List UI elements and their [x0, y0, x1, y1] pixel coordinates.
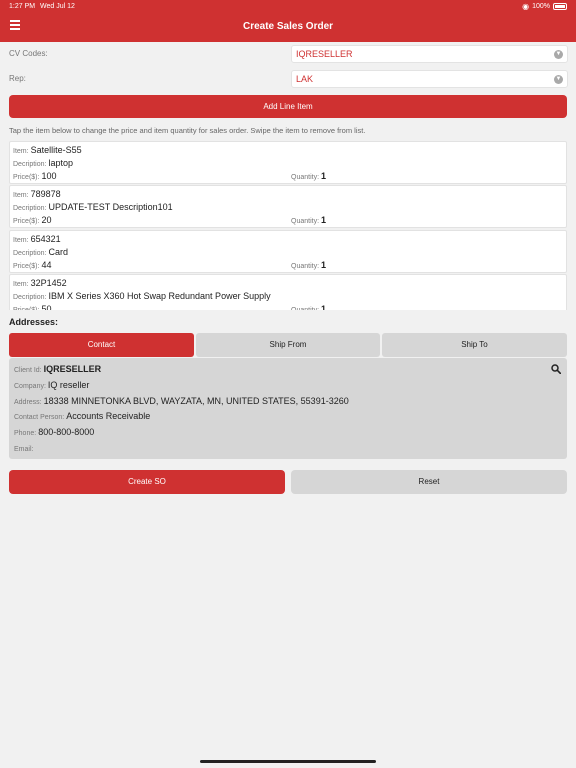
item-description: Card — [48, 247, 68, 257]
client-id-value: IQRESELLER — [43, 364, 102, 374]
company-label: Company: — [14, 383, 46, 390]
description-label: Decription: — [13, 205, 47, 212]
status-date: Wed Jul 12 — [40, 3, 75, 10]
contact-panel: Client Id: IQRESELLER Company: IQ reseller… — [9, 358, 567, 459]
battery-icon — [553, 3, 567, 10]
item-code: Satellite-S55 — [30, 145, 82, 155]
rep-label: Rep: — [9, 74, 26, 83]
price-label: Price($): — [13, 307, 39, 310]
item-price: 20 — [41, 215, 52, 225]
phone-label: Phone: — [14, 430, 37, 437]
instructions-text: Tap the item below to change the price a… — [9, 126, 366, 135]
tab-ship-to[interactable]: Ship To — [382, 333, 567, 357]
tab-ship-from[interactable]: Ship From — [196, 333, 380, 357]
company-value: IQ reseller — [47, 380, 90, 390]
quantity-label: Quantity: — [291, 174, 320, 181]
rep-select[interactable]: LAK ▼ — [291, 70, 568, 88]
navigation-bar: 1:27 PM Wed Jul 12 ◉ 100% Create Sales O… — [0, 0, 576, 42]
page-title: Create Sales Order — [242, 21, 334, 32]
item-price: 50 — [41, 304, 52, 310]
line-item[interactable]: Item: 654321 Decription: Card Price($): 44 … — [9, 230, 567, 273]
search-icon[interactable] — [551, 364, 561, 374]
status-time: 1:27 PM — [9, 3, 36, 10]
item-label: Item: — [13, 281, 29, 288]
item-code: 789878 — [30, 189, 61, 199]
description-label: Decription: — [13, 294, 47, 301]
item-quantity: 1 — [321, 304, 327, 310]
price-label: Price($): — [13, 174, 40, 181]
item-price: 100 — [41, 171, 57, 181]
price-label: Price($): — [13, 263, 40, 270]
phone-value: 800-800-8000 — [38, 427, 95, 437]
rep-value: LAK — [296, 74, 314, 84]
description-label: Decription: — [13, 250, 47, 257]
email-label: Email: — [14, 446, 34, 453]
address-value: 18338 MINNETONKA BLVD, WAYZATA, MN, UNIT… — [43, 396, 349, 406]
battery-percent: 100% — [532, 3, 550, 10]
add-line-item-button[interactable]: Add Line Item — [9, 95, 567, 118]
quantity-label: Quantity: — [291, 263, 320, 270]
item-code: 654321 — [30, 234, 61, 244]
contact-person-value: Accounts Receivable — [66, 411, 151, 421]
create-so-button[interactable]: Create SO — [9, 470, 285, 494]
quantity-label: Quantity: — [291, 218, 320, 225]
cv-codes-value: IQRESELLER — [296, 49, 353, 59]
item-description: UPDATE-TEST Description101 — [48, 202, 173, 212]
wifi-icon: ◉ — [522, 2, 530, 11]
reset-button[interactable]: Reset — [291, 470, 567, 494]
item-code: 32P1452 — [30, 278, 67, 288]
address-label: Address: — [14, 399, 42, 406]
client-id-label: Client Id: — [14, 367, 42, 374]
item-description: IBM X Series X360 Hot Swap Redundant Pow… — [48, 291, 271, 301]
quantity-label: Quantity: — [291, 307, 319, 310]
status-indicators: ◉ 100% — [522, 2, 567, 11]
contact-person-label: Contact Person: — [14, 414, 65, 421]
description-label: Decription: — [13, 161, 47, 168]
item-quantity: 1 — [321, 171, 327, 181]
item-label: Item: — [13, 192, 29, 199]
chevron-down-icon: ▼ — [554, 50, 563, 59]
line-item[interactable]: Item: Satellite-S55 Decription: laptop Pri… — [9, 141, 567, 184]
line-item[interactable]: Item: 789878 Decription: UPDATE-TEST Descr… — [9, 185, 567, 228]
item-label: Item: — [13, 148, 29, 155]
item-price: 44 — [41, 260, 52, 270]
chevron-down-icon: ▼ — [554, 75, 563, 84]
home-indicator — [200, 760, 376, 763]
price-label: Price($): — [13, 218, 40, 225]
tab-contact[interactable]: Contact — [9, 333, 194, 357]
addresses-heading: Addresses: — [9, 317, 59, 327]
line-items-list[interactable]: Item: Satellite-S55 Decription: laptop Pri… — [9, 141, 567, 310]
cv-codes-label: CV Codes: — [9, 49, 48, 58]
item-quantity: 1 — [321, 260, 327, 270]
item-description: laptop — [48, 158, 73, 168]
item-label: Item: — [13, 237, 29, 244]
item-quantity: 1 — [321, 215, 327, 225]
cv-codes-select[interactable]: IQRESELLER ▼ — [291, 45, 568, 63]
line-item[interactable]: Item: 32P1452 Decription: IBM X Series X36… — [9, 274, 567, 310]
